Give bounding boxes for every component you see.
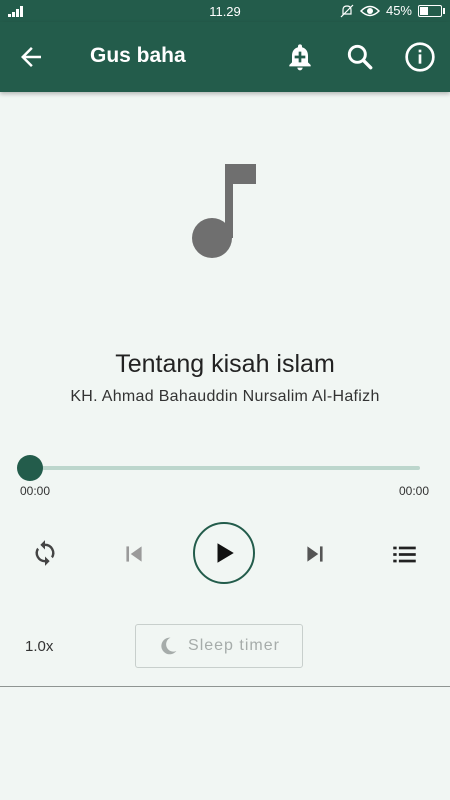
play-icon (217, 543, 234, 563)
info-icon[interactable] (404, 41, 436, 73)
skip-next-icon[interactable] (302, 541, 328, 567)
duration: 00:00 (398, 484, 429, 498)
seek-thumb[interactable] (17, 455, 43, 481)
divider (0, 686, 450, 687)
add-alarm-icon[interactable] (284, 41, 316, 73)
page-title: Gus baha (90, 44, 186, 67)
track-artist: KH. Ahmad Bahauddin Nursalim Al-Hafizh (70, 388, 380, 405)
playlist-icon[interactable] (391, 541, 418, 568)
play-button[interactable] (193, 522, 255, 584)
skip-previous-icon[interactable] (121, 541, 147, 567)
status-bar: 11.29 45% (0, 0, 450, 22)
moon-icon (161, 637, 177, 655)
sleep-timer-button[interactable]: Sleep timer (135, 624, 303, 668)
battery-icon (418, 4, 445, 17)
seek-bar[interactable] (30, 466, 420, 470)
mute-icon (340, 4, 354, 17)
repeat-icon[interactable] (31, 539, 59, 567)
app-bar: Gus baha (0, 22, 450, 92)
search-icon[interactable] (344, 41, 376, 73)
track-title: Tentang kisah islam (115, 350, 335, 378)
music-note-icon (192, 164, 256, 258)
eye-icon (359, 5, 380, 16)
battery-percent: 45% (385, 3, 412, 18)
sleep-timer-label: Sleep timer (188, 637, 280, 654)
back-icon[interactable] (16, 42, 46, 72)
current-time: 00:00 (20, 484, 51, 498)
speed-button[interactable]: 1.0x (25, 638, 53, 655)
